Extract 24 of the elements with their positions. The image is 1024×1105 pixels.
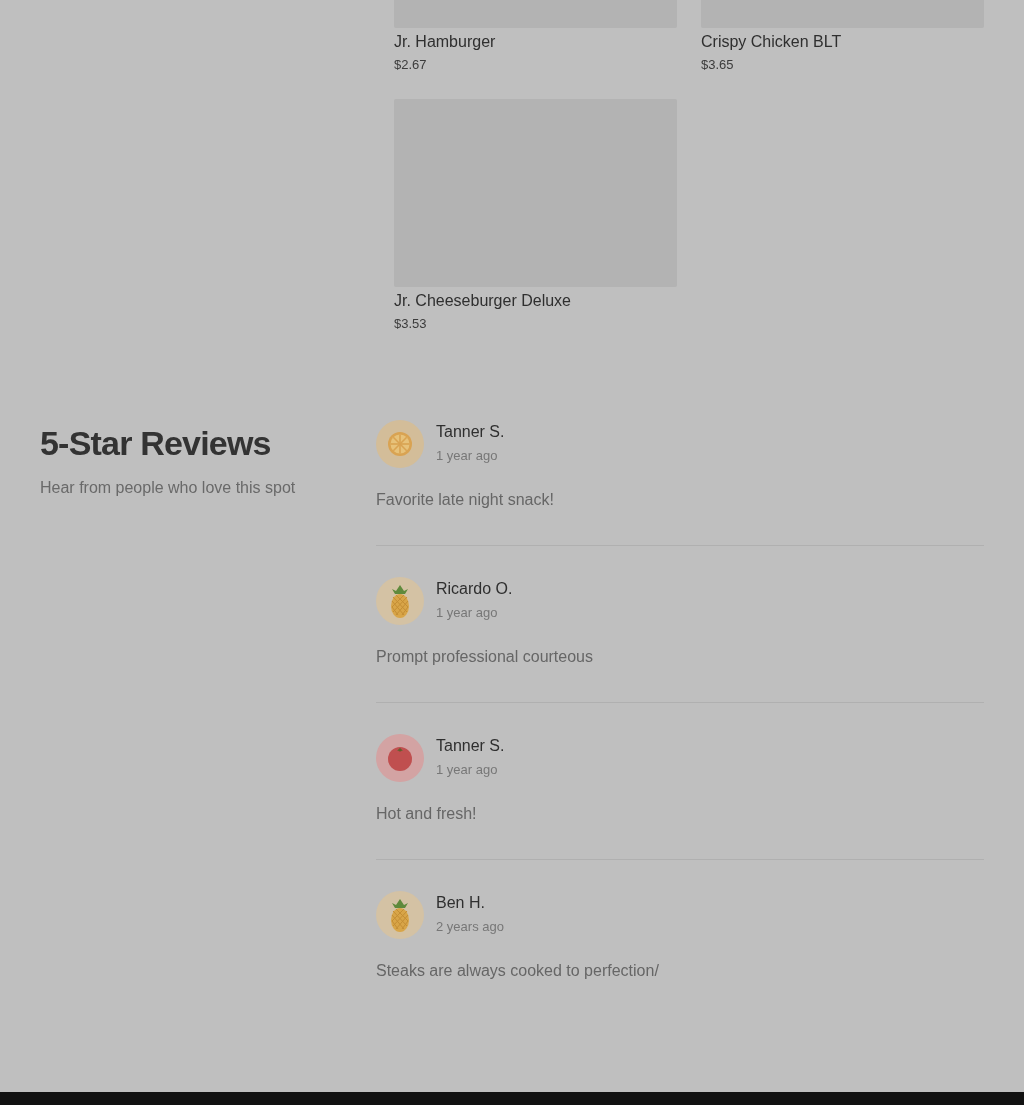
section-subtitle: Hear from people who love this spot	[40, 478, 297, 498]
review-time: 1 year ago	[436, 761, 498, 779]
review-time: 1 year ago	[436, 447, 498, 465]
item-name[interactable]: Jr. Hamburger	[394, 32, 496, 52]
pineapple-icon	[376, 577, 424, 625]
author-name: Ricardo O.	[436, 579, 513, 599]
author-name: Ben H.	[436, 893, 485, 913]
review-time: 2 years ago	[436, 918, 504, 936]
lemon-slice-icon	[376, 420, 424, 468]
review-text: Favorite late night snack!	[376, 490, 555, 510]
author-name: Tanner S.	[436, 422, 505, 442]
tomato-icon	[376, 734, 424, 782]
item-price: $3.65	[701, 57, 734, 73]
review-text: Hot and fresh!	[376, 804, 478, 824]
item-price: $2.67	[394, 57, 427, 73]
item-name[interactable]: Crispy Chicken BLT	[701, 32, 842, 52]
item-name[interactable]: Jr. Cheeseburger Deluxe	[394, 291, 571, 311]
review-text: Steaks are always cooked to perfection/	[376, 961, 660, 981]
review-text: Prompt professional courteous	[376, 647, 594, 667]
review-time: 1 year ago	[436, 604, 498, 622]
item-price: $3.53	[394, 316, 427, 332]
section-title: 5-Star Reviews	[40, 423, 272, 464]
pineapple-icon	[376, 891, 424, 939]
author-name: Tanner S.	[436, 736, 505, 756]
